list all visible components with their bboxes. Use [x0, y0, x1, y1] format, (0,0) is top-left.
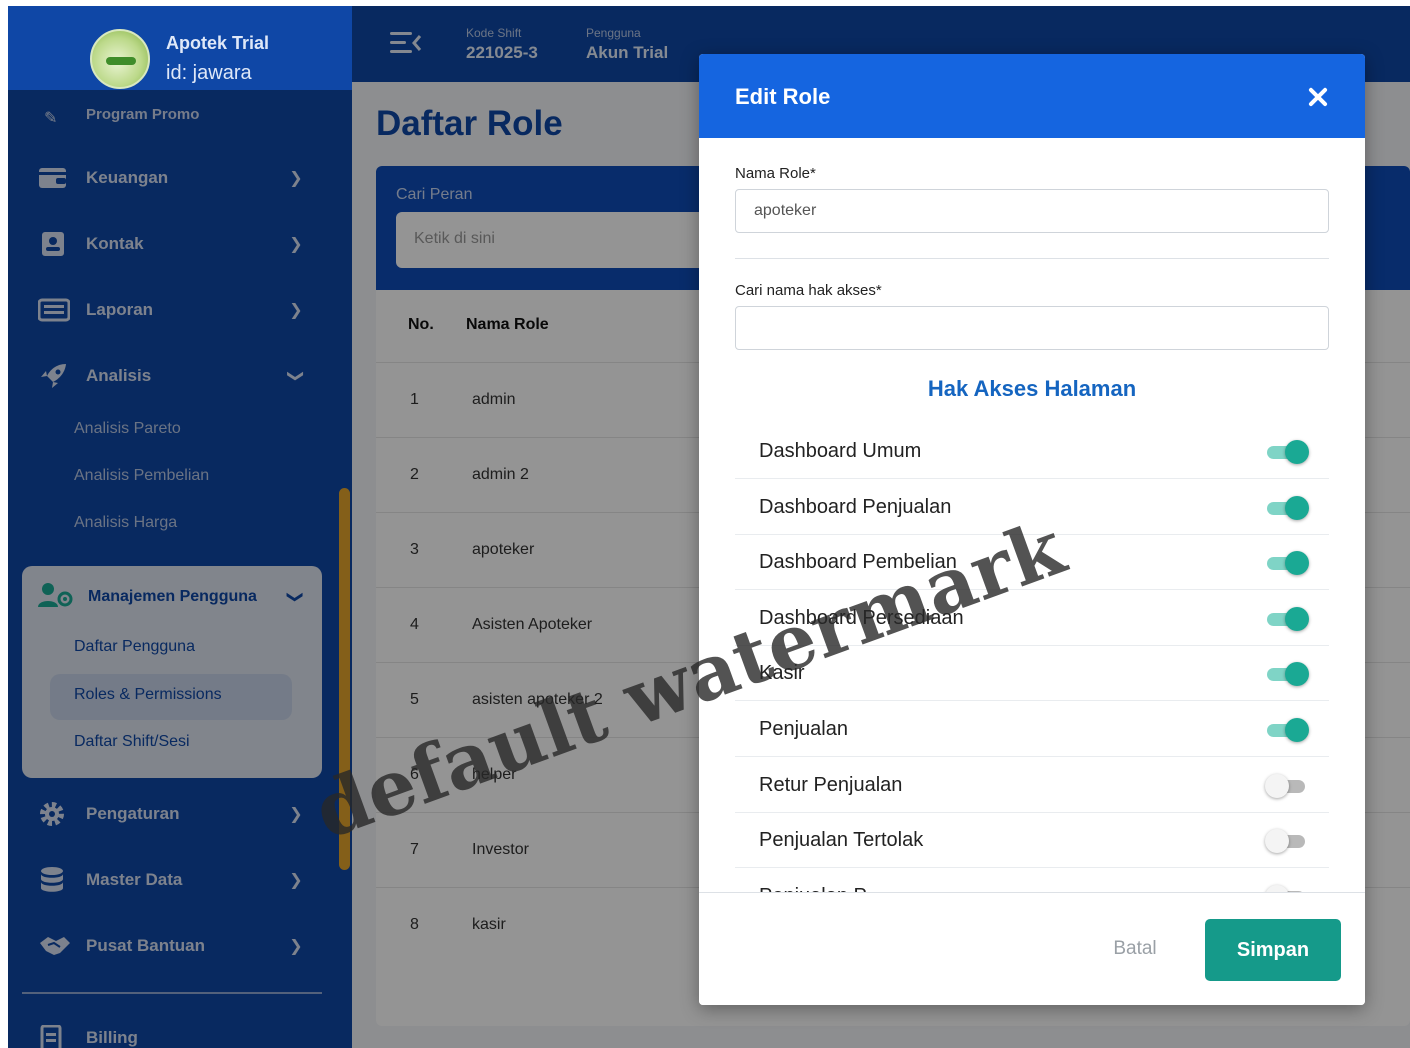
permission-toggle[interactable]: [1265, 495, 1309, 520]
permission-toggle[interactable]: [1265, 440, 1309, 464]
permission-row: Penjualan: [735, 702, 1329, 757]
toggle-knob: [1285, 662, 1309, 687]
close-icon[interactable]: [1307, 86, 1329, 108]
permission-row: Penjualan P...: [735, 869, 1329, 892]
permission-row: Retur Penjualan: [735, 758, 1329, 813]
section-title: Hak Akses Halaman: [927, 376, 1137, 401]
role-name-input[interactable]: [735, 189, 1329, 233]
permission-label: Penjualan: [759, 718, 848, 740]
save-button[interactable]: Simpan: [1205, 919, 1341, 981]
permission-label: Retur Penjualan: [759, 773, 903, 796]
toggle-knob: [1265, 884, 1289, 892]
permission-row: Kasir: [735, 646, 1329, 702]
permission-toggle[interactable]: [1265, 551, 1309, 576]
toggle-knob: [1265, 829, 1289, 854]
role-name-label: Nama Role*: [735, 165, 816, 182]
brand-name: Apotek Trial: [166, 33, 270, 53]
permission-toggle[interactable]: [1265, 718, 1309, 742]
permission-row: Dashboard Penjualan: [735, 480, 1329, 535]
permission-row: Dashboard Pembelian: [735, 535, 1329, 591]
permission-toggle[interactable]: [1265, 829, 1309, 854]
permission-toggle[interactable]: [1265, 773, 1309, 798]
modal-header: Edit Role: [699, 54, 1365, 138]
divider: [735, 258, 1329, 259]
permission-row: Penjualan Tertolak: [735, 813, 1329, 869]
modal-title: Edit Role: [735, 84, 831, 109]
toggle-knob: [1285, 606, 1309, 631]
cancel-button[interactable]: Batal: [1087, 921, 1183, 977]
permission-search-input[interactable]: [735, 306, 1329, 350]
permission-label: Penjualan P...: [759, 885, 881, 892]
permission-toggle[interactable]: [1265, 606, 1309, 631]
permission-label: Dashboard Pembelian: [759, 551, 957, 574]
permission-search-label: Cari nama hak akses*: [735, 282, 882, 299]
permission-toggle[interactable]: [1265, 884, 1309, 892]
brand-header: Apotek Trial id: jawara: [8, 6, 352, 90]
permission-row: Dashboard Persediaan: [735, 591, 1329, 646]
toggle-knob: [1265, 773, 1289, 798]
edit-role-modal: Edit Role Nama Role* Cari nama hak akses…: [699, 54, 1365, 1005]
permission-list: Dashboard Umum Dashboard Penjualan Dashboa…: [735, 424, 1329, 892]
pharmacy-logo: [90, 29, 150, 89]
permission-label: Dashboard Persediaan: [759, 606, 964, 629]
permission-row: Dashboard Umum: [735, 424, 1329, 479]
toggle-knob: [1285, 495, 1309, 520]
permission-label: Penjualan Tertolak: [759, 829, 924, 852]
permission-label: Kasir: [759, 662, 805, 685]
toggle-knob: [1285, 440, 1309, 464]
toggle-knob: [1285, 718, 1309, 742]
brand-id: id: jawara: [166, 62, 252, 84]
permission-toggle[interactable]: [1265, 662, 1309, 687]
modal-footer: Batal Simpan: [699, 892, 1365, 1005]
permission-label: Dashboard Umum: [759, 440, 922, 462]
permission-label: Dashboard Penjualan: [759, 495, 952, 518]
toggle-knob: [1285, 551, 1309, 576]
